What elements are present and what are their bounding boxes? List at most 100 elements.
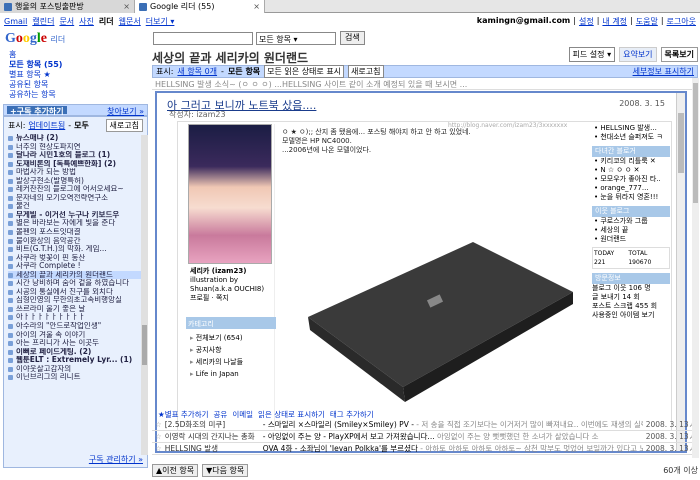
subscription-item[interactable]: 문자네의 모기오역전략연구소 [8,194,143,203]
gbar-link[interactable]: 웹문서 [119,16,141,27]
profile-links[interactable]: 프로필 · 쪽지 [190,294,276,303]
visitor-item[interactable]: orange_777... [592,184,670,193]
add-tag-action[interactable]: 태그 추가하기 [330,409,374,419]
previous-item-button[interactable]: ▲이전 항목 [152,463,199,477]
scrollbar-thumb[interactable] [142,325,147,365]
subscription-item[interactable]: 이뻐로 페이드게팅. (2) [8,348,143,357]
subscription-item[interactable]: 사쿠라 벚꽃이 핀 동산 [8,254,143,263]
add-subscription-button[interactable]: +구독 추가하기 [7,106,67,116]
mark-read-action[interactable]: 읽은 상태로 표시하기 [258,409,325,419]
subscription-item[interactable]: 불이환상의 음악공간 [8,237,143,246]
subscription-item[interactable]: 웹툰ELT : Extremely Lyr... (1) [8,356,143,365]
visitor-item[interactable]: 모모우가 좋아진 타.. [592,175,670,184]
list-view-tab[interactable]: 목록보기 [660,47,698,62]
category-item[interactable]: 세리카의 나날들 [190,356,243,368]
subscription-item[interactable]: 무게빌 - 이거선 누구나 키보드우 [8,211,143,220]
subscription-item[interactable]: 레커찬찬의 블로그에 어서오세요~ [8,185,143,194]
browse-link[interactable]: 찾아보기 » [107,106,144,116]
star-icon[interactable]: ☆ [155,420,162,429]
subscription-item[interactable]: 세상의 끝과 세리카의 원더랜드 [8,270,143,280]
gbar-link[interactable]: 캘린더 [32,16,54,27]
gbar-link[interactable]: 문서 [59,16,74,27]
subscription-item[interactable]: 이닌브리그의 리니트 [8,373,143,382]
subscription-item[interactable]: 아ㅏㅏㅏㅏㅏㅏㅏㅏㅏ [8,313,143,322]
nav-shared[interactable]: 공유된 항목 [9,80,142,90]
visit-info[interactable]: 사용중인 아이템 보기 [592,311,670,320]
nav-all-items[interactable]: 모든 항목 (55) [9,60,142,70]
visitor-item[interactable]: 눈을 뒤라지 영혼!!! [592,193,670,202]
refresh-button[interactable]: 새로고침 [105,119,143,132]
help-link[interactable]: 도움말 [636,16,658,27]
subscription-item[interactable]: 아는 프리니가 사는 이곳두 [8,339,143,348]
share-action[interactable]: 공유 [214,409,228,419]
search-input[interactable] [153,32,253,45]
previous-entry-row[interactable]: HELLSING 발생 소식~ (ㅇ ㅇ ㅇ) ...HELLSING 사이트 … [152,79,698,90]
subscription-item[interactable]: 뉴스매냐 (2) [8,134,143,143]
subscription-item[interactable]: 발상구현소(발명특허) [8,177,143,186]
gbar-more-link[interactable]: 더보기 ▾ [146,16,175,27]
sidebar-scrollbar[interactable] [141,135,148,455]
list-item[interactable]: ☆ HELLSING 발생 OVA 4화 - 소좌님이 'Ievan Polkk… [152,443,698,455]
gbar-link[interactable]: 사진 [79,16,94,27]
feed-settings-dropdown[interactable]: 피드 설정 ▾ [568,47,616,62]
subscription-item[interactable]: 볼펜의 포스트잇대결 [8,228,143,237]
subscription-item[interactable]: 시공의 통실에서 친구를 외치다 [8,288,143,297]
close-icon[interactable]: × [253,2,260,11]
nav-starred[interactable]: 별표 항목 ★ [9,70,142,80]
sidebar-post[interactable]: HELLSING 발생... [592,124,670,133]
list-item[interactable]: ☆ 이영락 시대의 간지나는 총화 - 아잉없이 주는 양 - PlayXP에서… [152,431,698,443]
manage-subscriptions-link[interactable]: 구독 관리하기 » [89,454,143,465]
list-item[interactable]: ☆ [2.5D화조의 미쿠] - 스마일리 ×스마일리 (Smiley×Smil… [152,419,698,431]
subscription-item[interactable]: 시간 낭비하며 숨어 겉을 하였습니다 [8,279,143,288]
scrollbar-thumb[interactable] [693,83,698,203]
browser-tab[interactable]: Google 리더 (55) × [135,0,265,13]
category-item[interactable]: 전체보기 (654) [190,332,243,344]
show-updated-link[interactable]: 업데이트됨 [28,120,65,131]
logout-link[interactable]: 로그아웃 [667,16,696,27]
subscription-item[interactable]: 쓰르라미 울기 좋은 날 [8,305,143,314]
settings-link[interactable]: 설정 [579,16,594,27]
subscription-item[interactable]: 너추의 현상도파지연 [8,143,143,152]
close-icon[interactable]: × [123,2,130,11]
email-action[interactable]: 이메일 [232,409,253,419]
subscription-item[interactable]: 도재비론의 [독특예쁘한화] (2) [8,160,143,169]
category-item[interactable]: Life in Japan [190,368,243,380]
subscription-item[interactable]: 이야웃살고감자의 [8,365,143,374]
new-items-link[interactable]: 새 항목 0개 [177,66,217,77]
subscription-item[interactable]: 비트(G.T.H.)의 막화. 게임... [8,245,143,254]
search-button[interactable]: 검색 [340,31,365,45]
sidebar-post[interactable]: 천대소년 슬퍼져도 ㅋ [592,133,670,142]
star-icon[interactable]: ☆ [155,444,162,453]
neighbor-item[interactable]: 원더랜드 [592,235,670,244]
profile-name[interactable]: 세리카 (izam23) [190,267,276,276]
subscription-item[interactable]: 별은 바라보는 자에게 빛을 준다 [8,219,143,228]
refresh-button[interactable]: 새로고침 [348,65,384,78]
star-icon[interactable]: ☆ [155,432,162,441]
visitor-item[interactable]: N ☆ ㅇ ㅇ ✕ [592,166,670,175]
subscription-item[interactable]: 달나라 시민1호의 블로그 (1) [8,151,143,160]
subscription-item[interactable]: 마법사가 되는 방법 [8,168,143,177]
neighbor-item[interactable]: 세상의 끝 [592,226,670,235]
subscription-item[interactable]: 아수라의 "안드로작업인생" [8,322,143,331]
subscription-item[interactable]: 아이의 겨울 속 이야기 [8,331,143,340]
nav-friends-shared[interactable]: 공유하는 항목 [9,90,142,100]
main-scrollbar[interactable] [692,78,699,458]
subscription-item[interactable]: 심형민영의 무한의초고속비행앙실 [8,296,143,305]
category-item[interactable]: 공지사항 [190,344,243,356]
subscription-item[interactable]: 사쿠라 Complete ! [8,262,143,271]
browser-tab[interactable]: 행울의 포스팅출판방 × [0,0,135,13]
entry-scrollbar[interactable] [676,93,685,451]
subscription-item[interactable]: 물건 [8,202,143,211]
show-details-link[interactable]: 세부정보 표시하기 [633,66,694,77]
add-star-action[interactable]: ★별표 추가하기 [158,409,209,419]
mark-all-read-button[interactable]: 모든 읽은 상태로 표시 [264,65,345,78]
visitor-item[interactable]: 키리코의 리틀룩 ✕ [592,157,670,166]
search-scope-select[interactable]: 모든 항목 ▾ [256,32,336,45]
neighbor-item[interactable]: 쿠로스가와 그룹 [592,217,670,226]
expanded-view-tab[interactable]: 요약보기 [619,47,657,62]
google-reader-logo[interactable]: Google 리더 [5,31,65,47]
account-link[interactable]: 내 계정 [602,16,627,27]
nav-home[interactable]: 홈 [9,50,142,60]
gbar-link[interactable]: Gmail [4,17,27,26]
next-item-button[interactable]: ▼다음 항목 [202,463,249,477]
